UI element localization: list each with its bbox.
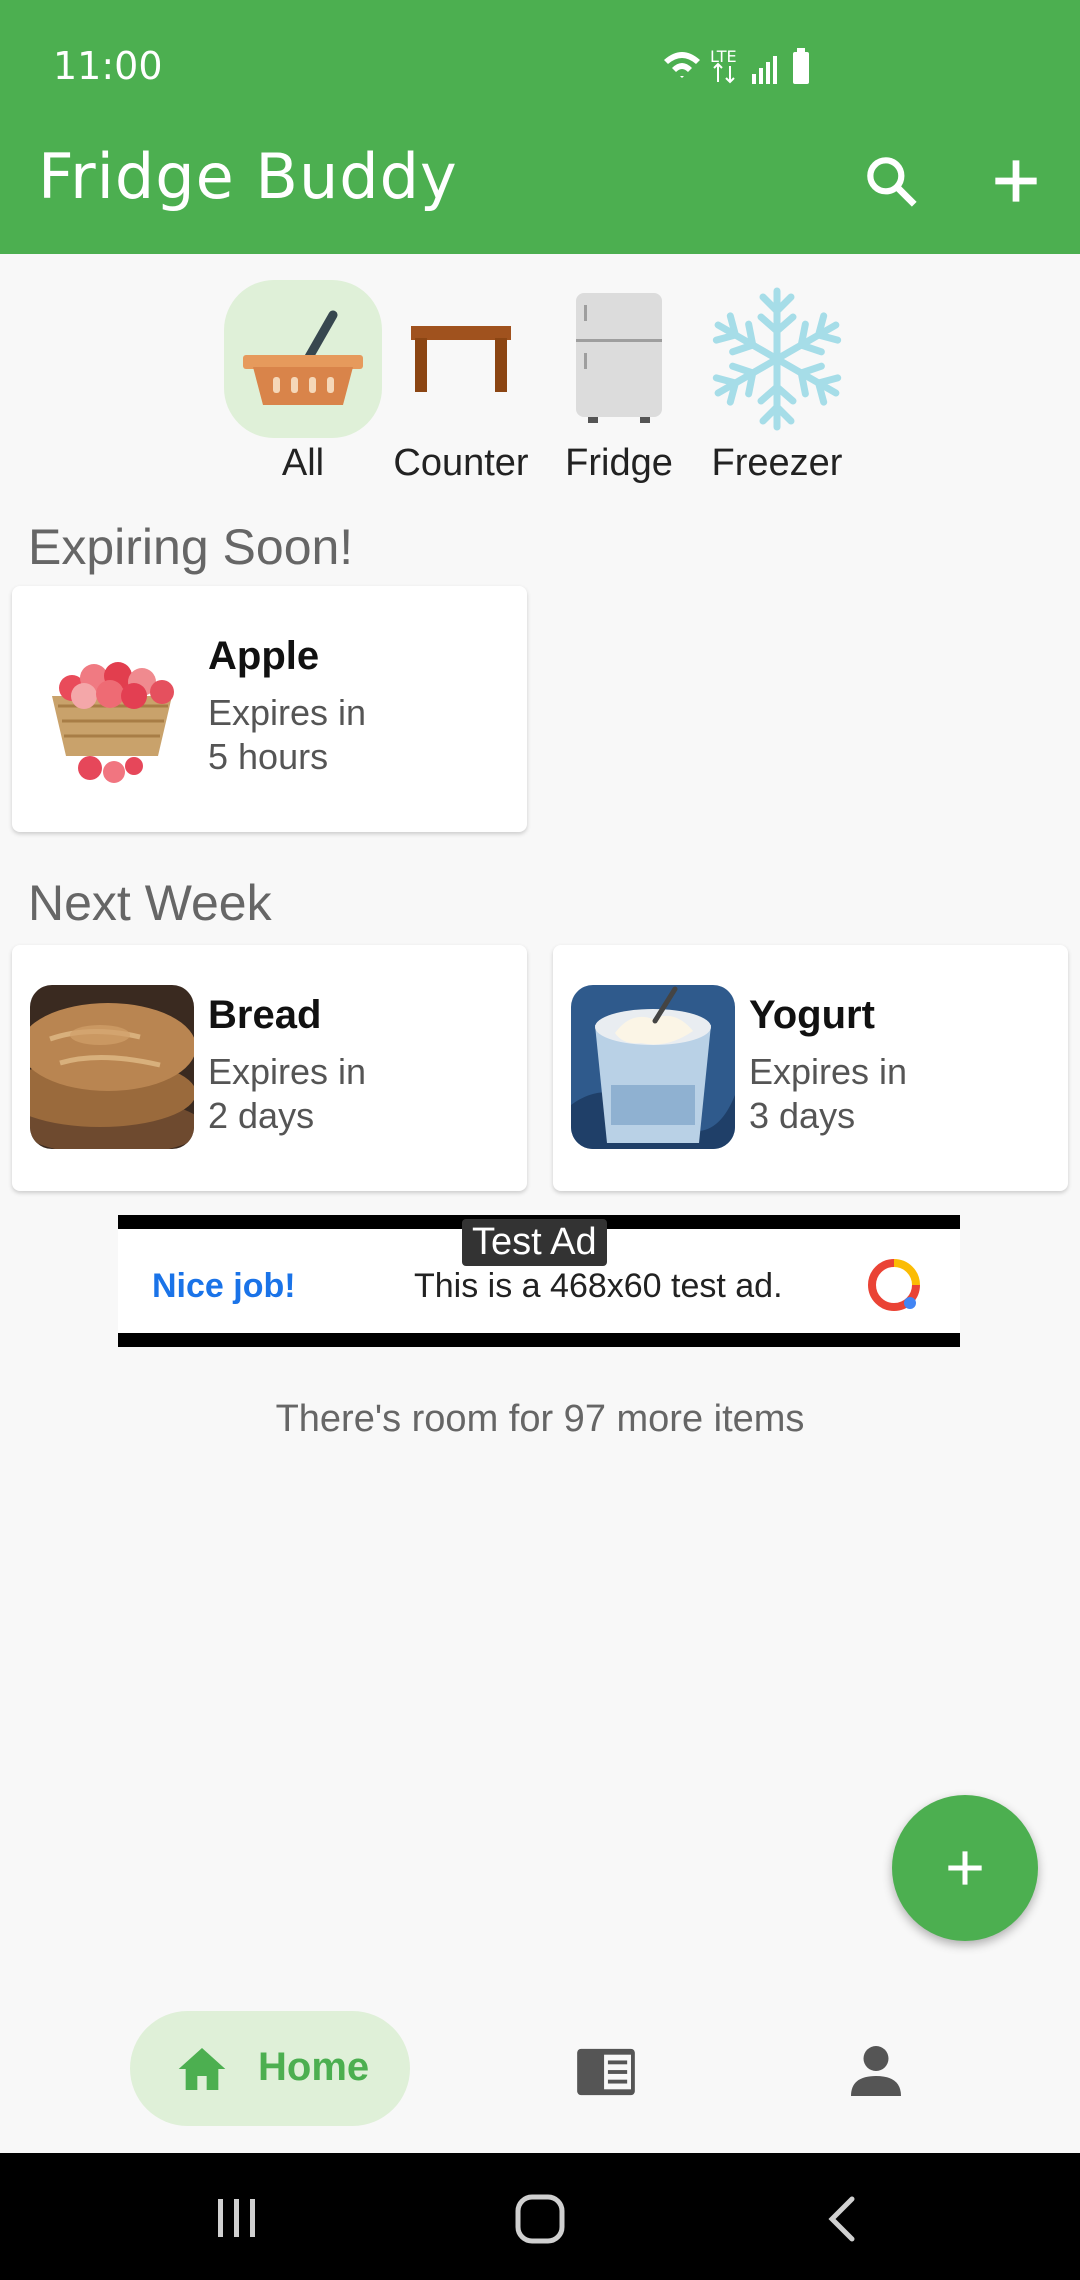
- plus-icon[interactable]: [985, 150, 1047, 212]
- item-name: Apple: [208, 634, 320, 678]
- item-expiry-label: Expires in: [208, 692, 367, 733]
- nav-home[interactable]: Home: [130, 2011, 410, 2126]
- filter-fridge[interactable]: Fridge: [534, 280, 704, 485]
- item-card-bread[interactable]: Bread Expires in 2 days: [12, 945, 527, 1191]
- filter-freezer[interactable]: Freezer: [692, 280, 862, 485]
- plus-icon: [948, 1851, 982, 1885]
- add-item-fab[interactable]: [892, 1795, 1038, 1941]
- status-icons: LTE: [664, 47, 809, 84]
- filter-label: Freezer: [711, 442, 843, 484]
- basket-icon: [243, 310, 363, 405]
- item-image: [30, 626, 194, 790]
- table-icon: [411, 326, 511, 392]
- ad-text: This is a 468x60 test ad.: [414, 1267, 783, 1305]
- status-time: 11:00: [53, 44, 163, 88]
- ad-logo-icon: [868, 1259, 920, 1311]
- item-expiry-value: 3 days: [749, 1095, 856, 1136]
- list-icon[interactable]: [574, 2047, 638, 2097]
- nav-home-label: Home: [258, 2045, 370, 2089]
- section-title: Expiring Soon!: [28, 519, 354, 575]
- ad-headline: Nice job!: [152, 1267, 296, 1305]
- item-expiry-label: Expires in: [208, 1051, 367, 1092]
- ad-banner[interactable]: Nice job! This is a 468x60 test ad. Test…: [118, 1215, 960, 1347]
- filter-label: All: [281, 442, 325, 484]
- item-expiry-value: 5 hours: [208, 736, 329, 777]
- app-bar: 11:00 LTE Fridge Buddy: [0, 0, 1080, 254]
- location-filters: All Counter Fridge Freezer: [0, 280, 1080, 490]
- filter-all[interactable]: All: [218, 280, 388, 485]
- item-card-yogurt[interactable]: Yogurt Expires in 3 days: [553, 945, 1068, 1191]
- item-card-apple[interactable]: Apple Expires in 5 hours: [12, 586, 527, 832]
- network-type: LTE: [710, 47, 737, 66]
- filter-label: Fridge: [565, 442, 673, 484]
- item-image: [30, 985, 194, 1149]
- app-title: Fridge Buddy: [38, 140, 458, 213]
- test-ad-badge: Test Ad: [462, 1219, 607, 1266]
- fridge-icon: [576, 293, 662, 423]
- item-name: Bread: [208, 993, 322, 1037]
- item-image: [571, 985, 735, 1149]
- profile-icon[interactable]: [846, 2041, 906, 2101]
- home-icon: [178, 2048, 226, 2090]
- bottom-navigation: Home: [0, 1985, 1080, 2153]
- section-title: Next Week: [28, 875, 272, 931]
- snowflake-icon: [710, 287, 844, 434]
- system-navigation: [0, 2153, 1080, 2280]
- home-button-icon[interactable]: [514, 2193, 566, 2245]
- recent-apps-icon[interactable]: [212, 2195, 262, 2241]
- back-icon[interactable]: [824, 2193, 860, 2245]
- filter-label: Counter: [393, 442, 529, 484]
- filter-counter[interactable]: Counter: [376, 280, 546, 485]
- item-name: Yogurt: [749, 993, 875, 1037]
- search-icon[interactable]: [860, 150, 922, 212]
- item-expiry-label: Expires in: [749, 1051, 908, 1092]
- item-expiry-value: 2 days: [208, 1095, 315, 1136]
- capacity-text: There's room for 97 more items: [275, 1398, 805, 1440]
